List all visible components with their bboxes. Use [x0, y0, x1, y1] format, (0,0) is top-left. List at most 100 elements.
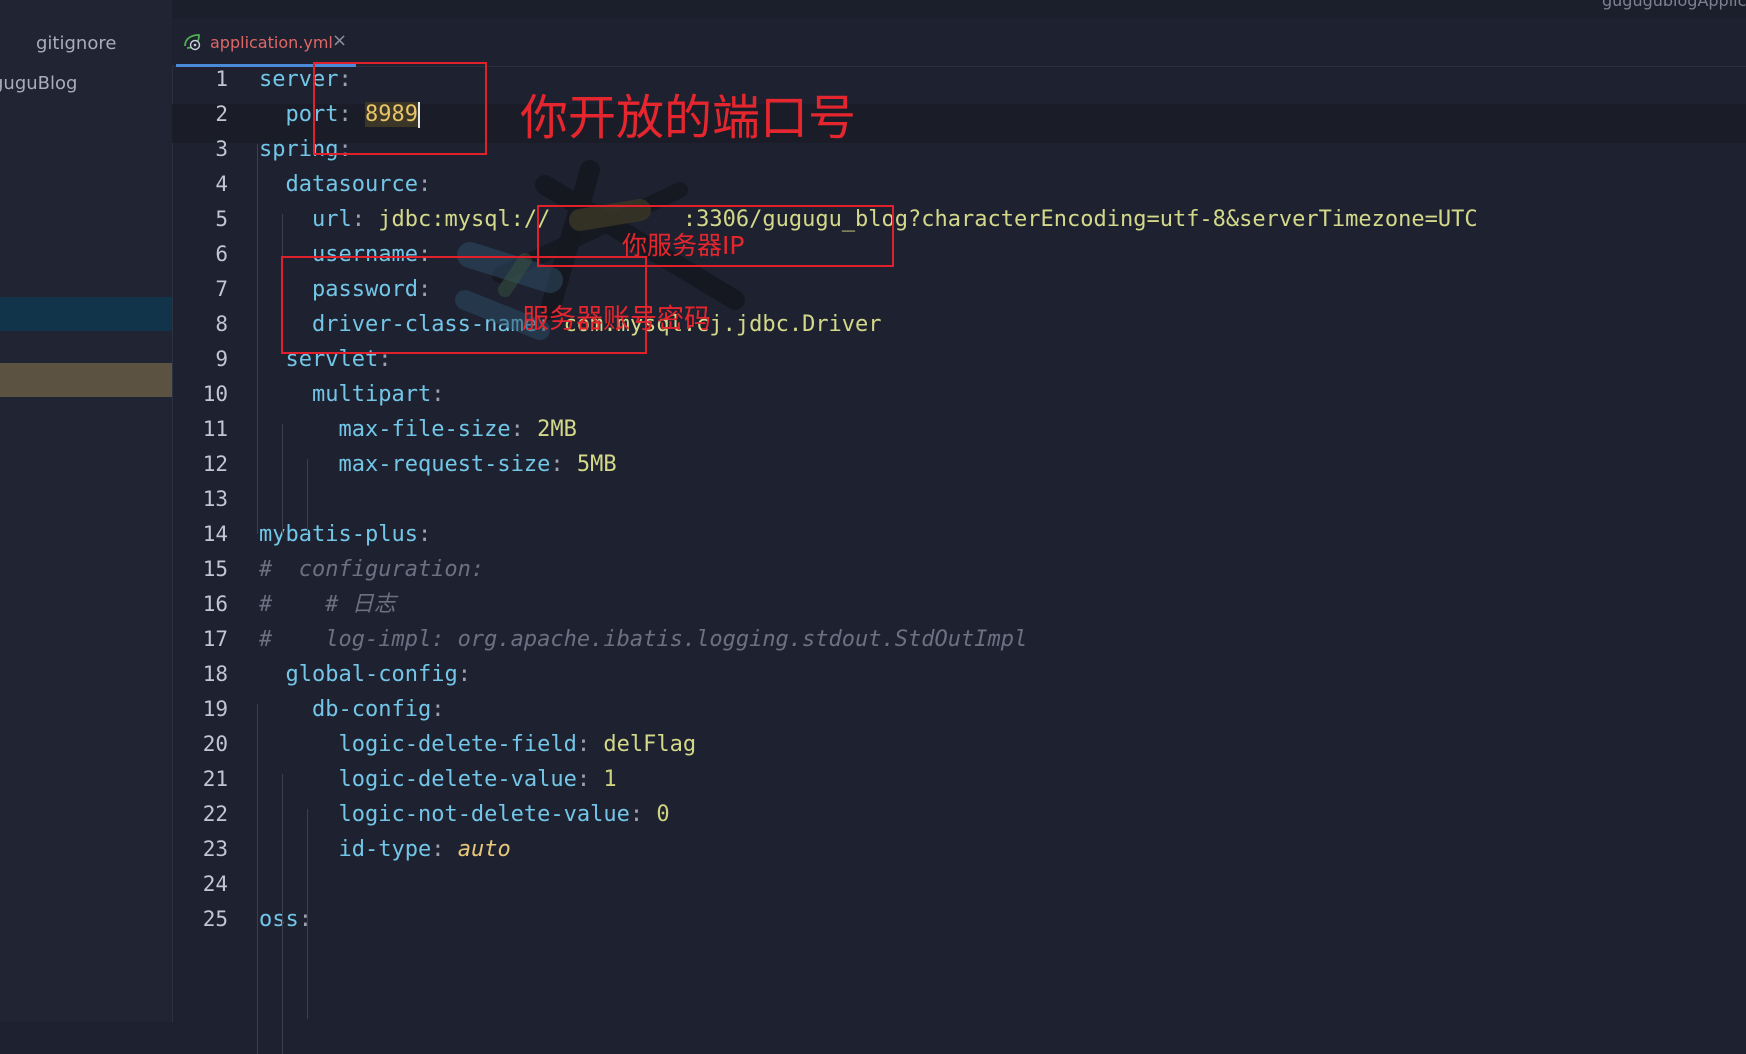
indent-guide [282, 774, 283, 1054]
yaml-value: auto [457, 837, 511, 862]
run-configuration-selector[interactable]: gugugublogApplication [1602, 0, 1746, 10]
yaml-key: logic-delete-field [338, 732, 577, 757]
line-number: 19 [202, 697, 228, 721]
indent-guide [257, 704, 258, 1054]
code-text: multipart: [259, 375, 444, 414]
yaml-punct: : [576, 767, 604, 792]
code-editor[interactable]: 1 server: 2 port: 8989 3 spring: 4 datasource… [172, 66, 1746, 1054]
yaml-value: 2MB [537, 417, 577, 442]
line-number: 4 [215, 172, 228, 196]
yaml-comment: # configuration: [259, 557, 485, 582]
port-annotation: 你开放的端口号 [520, 90, 857, 146]
server-ip-annotation: 你服务器IP [622, 231, 745, 260]
yaml-comment: # # 日志 [259, 592, 396, 617]
yaml-key: db-config [311, 697, 432, 722]
code-text: id-type: auto [259, 830, 511, 869]
code-text: mybatis-plus: [259, 515, 431, 554]
yaml-value: delFlag [603, 732, 697, 757]
line-number: 13 [202, 487, 228, 511]
close-icon[interactable]: × [332, 30, 347, 51]
sidebar-search-highlight[interactable] [0, 363, 172, 397]
line-number: 23 [202, 837, 228, 861]
code-text: # # 日志 [259, 585, 396, 624]
sidebar-item-gitignore[interactable]: gitignore [36, 33, 116, 54]
line-number: 5 [215, 207, 228, 231]
line-number: 3 [215, 137, 228, 161]
code-text: logic-delete-field: delFlag [259, 725, 696, 764]
account-annotation: 服务器账号密码 [522, 304, 711, 335]
top-toolbar: gugugublogApplication ✓ [172, 0, 1746, 18]
code-text: # configuration: [259, 550, 484, 589]
yaml-key: max-file-size [338, 417, 511, 442]
line-number: 21 [202, 767, 228, 791]
yaml-key: multipart [311, 382, 432, 407]
line-number: 22 [202, 802, 228, 826]
tab-label: application.yml [210, 33, 333, 52]
yaml-punct: : [351, 207, 379, 232]
sidebar-selection-highlight[interactable] [0, 297, 172, 331]
code-text: global-config: [259, 655, 471, 694]
yaml-punct: : [510, 417, 538, 442]
line-number: 16 [202, 592, 228, 616]
project-sidebar: gitignore guguBlog [0, 0, 173, 1022]
spring-config-icon [184, 34, 201, 51]
code-text: db-config: [259, 690, 444, 729]
code-text: logic-not-delete-value: 0 [259, 795, 669, 834]
yaml-punct: : [298, 907, 312, 932]
code-text: logic-delete-value: 1 [259, 760, 617, 799]
editor-tab-bar: application.yml × [172, 18, 1746, 67]
yaml-punct: : [457, 662, 471, 687]
yaml-value: 5MB [576, 452, 617, 477]
indent-guide [307, 459, 308, 534]
line-number: 18 [202, 662, 228, 686]
yaml-punct: : [576, 732, 604, 757]
code-text: max-request-size: 5MB [259, 445, 617, 484]
indent-guide [257, 144, 258, 534]
tab-application-yml[interactable]: application.yml × [172, 18, 357, 67]
yaml-punct: : [431, 697, 445, 722]
line-number: 6 [215, 242, 228, 266]
line-number: 24 [202, 872, 228, 896]
line-number: 12 [202, 452, 228, 476]
code-text: datasource: [259, 165, 432, 204]
yaml-value: 1 [603, 767, 617, 792]
line-number: 8 [215, 312, 228, 336]
yaml-punct: : [550, 452, 577, 477]
line-number: 1 [215, 67, 228, 91]
line-number: 20 [202, 732, 228, 756]
yaml-key: max-request-size [338, 452, 551, 477]
port-highlight-box [313, 62, 487, 155]
line-number: 7 [215, 277, 228, 301]
line-number: 10 [202, 382, 228, 406]
yaml-key: datasource [285, 172, 418, 197]
yaml-key: url [311, 207, 352, 232]
yaml-comment: # log-impl: org.apache.ibatis.logging.st… [259, 627, 1028, 652]
sidebar-item-project[interactable]: guguBlog [0, 73, 77, 94]
line-number: 25 [202, 907, 228, 931]
line-number: 17 [202, 627, 228, 651]
indent-guide [307, 809, 308, 1019]
code-text: max-file-size: 2MB [259, 410, 577, 449]
yaml-punct: : [417, 522, 432, 547]
indent-guide [282, 424, 283, 534]
yaml-key: logic-delete-value [338, 767, 577, 792]
yaml-key: global-config [285, 662, 458, 687]
code-text: # log-impl: org.apache.ibatis.logging.st… [259, 620, 1027, 659]
yaml-key: oss [259, 907, 299, 932]
line-number: 15 [202, 557, 228, 581]
yaml-punct: : [431, 382, 445, 407]
yaml-key: logic-not-delete-value [338, 802, 630, 827]
code-text: oss: [259, 900, 312, 939]
line-number: 14 [202, 522, 228, 546]
line-number: 2 [215, 102, 228, 126]
